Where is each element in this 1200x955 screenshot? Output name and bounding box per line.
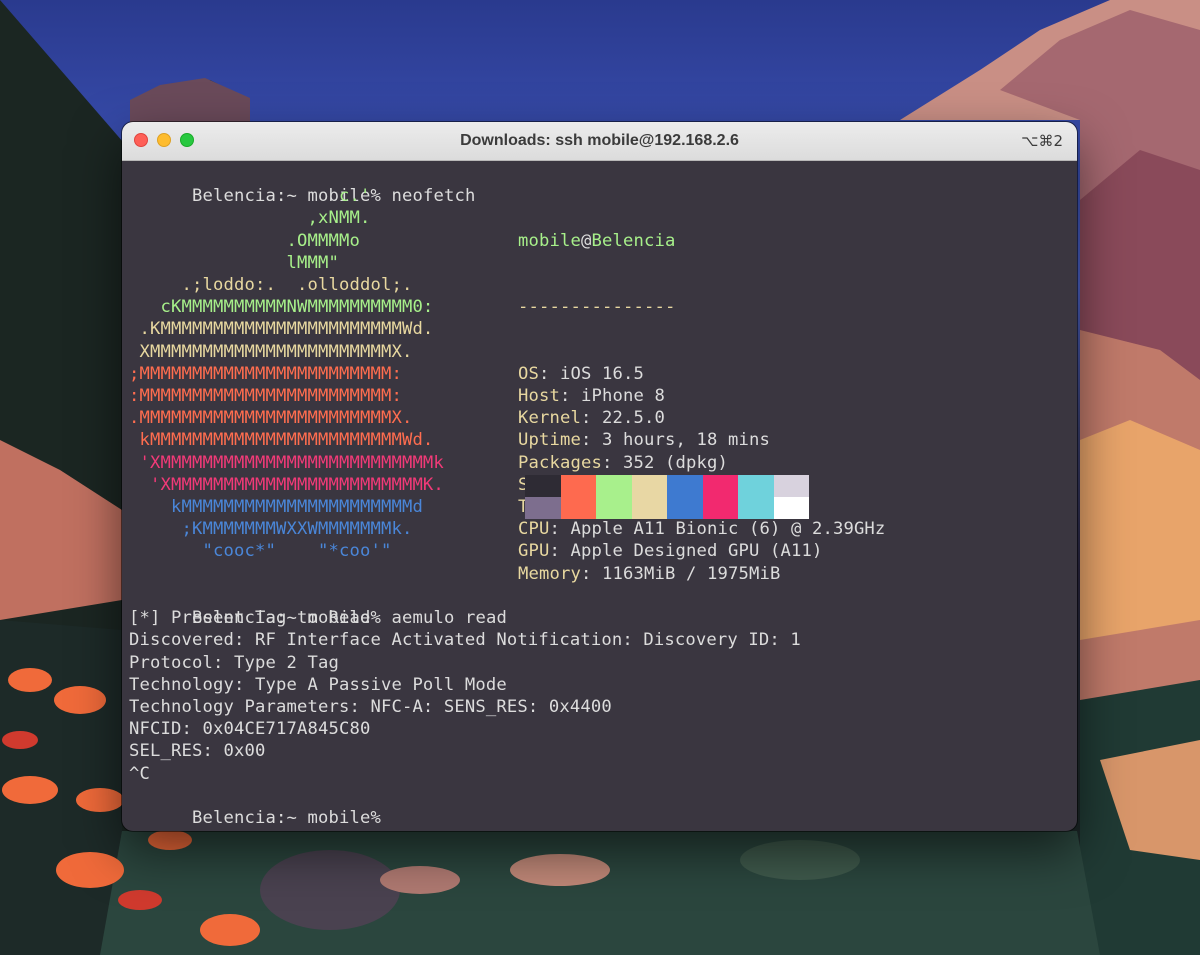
ascii-logo-line: ;KMMMMMMMWXXWMMMMMMMk. — [129, 519, 413, 540]
info-field: CPU: Apple A11 Bionic (6) @ 2.39GHz — [518, 518, 885, 540]
ascii-logo-line: ,xNMM. — [129, 208, 371, 229]
ascii-logo-line: kMMMMMMMMMMMMMMMMMMMMMMd — [129, 497, 423, 517]
ascii-logo-line: 'XMMMMMMMMMMMMMMMMMMMMMMMMMMk — [129, 452, 444, 473]
color-swatch — [667, 475, 703, 497]
window-title: Downloads: ssh mobile@192.168.2.6 — [460, 132, 739, 149]
info-key: Memory — [518, 563, 581, 584]
info-colon: : — [560, 386, 581, 407]
ascii-logo-line: kMMMMMMMMMMMMMMMMMMMMMMMMWd. — [129, 430, 434, 451]
neofetch-info: mobile@Belencia --------------- OS: iOS … — [518, 185, 885, 629]
ascii-logo-line: 'XMMMMMMMMMMMMMMMMMMMMMMMMK. — [129, 474, 444, 495]
user-host-line: mobile@Belencia — [518, 230, 885, 252]
info-colon: : — [581, 430, 602, 451]
color-swatch — [560, 497, 596, 519]
output-line: Technology: Type A Passive Poll Mode — [129, 674, 507, 695]
info-key: Uptime — [518, 430, 581, 451]
output-line: SEL_RES: 0x00 — [129, 741, 266, 762]
output-line: NFCID: 0x04CE717A845C80 — [129, 719, 371, 740]
info-field: Uptime: 3 hours, 18 mins — [518, 429, 885, 451]
info-value: iPhone 8 — [581, 386, 665, 407]
ascii-logo-line: .;loddo:. .olloddol;. — [129, 275, 413, 295]
info-colon: : — [581, 408, 602, 429]
info-colon: : — [539, 363, 560, 384]
info-value: 352 (dpkg) — [622, 452, 728, 473]
color-swatch — [773, 475, 809, 497]
user-name: mobile — [518, 230, 581, 251]
color-swatch — [738, 475, 774, 497]
ascii-logo-line: :MMMMMMMMMMMMMMMMMMMMMMMM: — [129, 386, 402, 406]
output-line: [*] Present Tag to Read — [129, 608, 371, 629]
color-swatch — [596, 475, 632, 497]
terminal-content[interactable]: Belencia:~ mobile% neofetch c.' ,xNMM. .… — [129, 163, 1077, 831]
color-palette — [525, 475, 809, 519]
info-key: Host — [518, 386, 560, 407]
ascii-logo-line: "cooc*" "*coo'" — [129, 541, 392, 562]
info-key: CPU — [518, 519, 550, 540]
color-swatch — [560, 475, 596, 497]
command-text: neofetch — [391, 186, 476, 207]
info-field: OS: iOS 16.5 — [518, 363, 885, 385]
title-bar[interactable]: Downloads: ssh mobile@192.168.2.6 ⌥⌘2 — [122, 122, 1077, 161]
color-swatch — [631, 475, 667, 497]
info-value: 3 hours, 18 mins — [602, 430, 770, 451]
host-name: Belencia — [591, 230, 676, 251]
color-swatch — [738, 497, 774, 519]
color-swatch — [596, 497, 632, 519]
at-sign: @ — [581, 230, 592, 251]
info-key: OS — [518, 363, 539, 384]
ascii-logo-line: XMMMMMMMMMMMMMMMMMMMMMMMX. — [129, 341, 413, 362]
color-swatch — [631, 497, 667, 519]
info-value: 22.5.0 — [602, 408, 665, 429]
separator-line: --------------- — [518, 297, 676, 318]
window-shortcut: ⌥⌘2 — [1021, 132, 1063, 150]
info-fields: OS: iOS 16.5 Host: iPhone 8 Kernel: 22.5.0… — [518, 363, 885, 585]
prompt: Belencia:~ mobile% — [192, 808, 392, 829]
ascii-logo-line: ;MMMMMMMMMMMMMMMMMMMMMMMM: — [129, 363, 402, 384]
ascii-logo-line: c.' — [129, 186, 371, 207]
output-line: Discovered: RF Interface Activated Notif… — [129, 630, 801, 651]
output-line: Technology Parameters: NFC-A: SENS_RES: … — [129, 697, 612, 717]
color-swatch — [702, 497, 738, 519]
ascii-logo-line: cKMMMMMMMMMMNWMMMMMMMMMM0: — [129, 297, 434, 318]
info-value: 1163MiB / 1975MiB — [602, 563, 781, 584]
info-field: Packages: 352 (dpkg) — [518, 452, 885, 474]
prompt-line-final[interactable]: Belencia:~ mobile% — [129, 785, 391, 831]
info-value: Apple Designed GPU (A11) — [570, 541, 823, 562]
color-swatch — [773, 497, 809, 519]
info-key: Packages — [518, 452, 602, 473]
info-colon: : — [549, 519, 571, 540]
terminal-window[interactable]: Downloads: ssh mobile@192.168.2.6 ⌥⌘2 Be… — [122, 122, 1077, 831]
output-line: Protocol: Type 2 Tag — [129, 652, 339, 673]
info-key: GPU — [518, 541, 550, 562]
info-colon: : — [601, 452, 623, 473]
info-field: GPU: Apple Designed GPU (A11) — [518, 540, 885, 562]
info-value: Apple A11 Bionic (6) @ 2.39GHz — [570, 519, 886, 540]
info-field: Kernel: 22.5.0 — [518, 407, 885, 429]
info-field: Memory: 1163MiB / 1975MiB — [518, 563, 885, 585]
color-swatch — [525, 475, 561, 497]
ascii-logo-line: .KMMMMMMMMMMMMMMMMMMMMMMMWd. — [129, 319, 434, 340]
ascii-logo-line: lMMM" — [129, 252, 339, 273]
color-swatch — [702, 475, 738, 497]
color-swatch — [667, 497, 703, 519]
info-colon: : — [581, 563, 602, 584]
info-field: Host: iPhone 8 — [518, 385, 885, 407]
info-key: Kernel — [518, 408, 581, 429]
output-line: ^C — [129, 763, 150, 784]
color-swatch — [525, 497, 561, 519]
command-text: aemulo read — [391, 608, 507, 629]
info-colon: : — [549, 541, 571, 562]
ascii-logo-line: .MMMMMMMMMMMMMMMMMMMMMMMMX. — [129, 408, 413, 429]
info-value: iOS 16.5 — [560, 363, 644, 384]
ascii-logo-line: .OMMMMo — [129, 230, 360, 251]
